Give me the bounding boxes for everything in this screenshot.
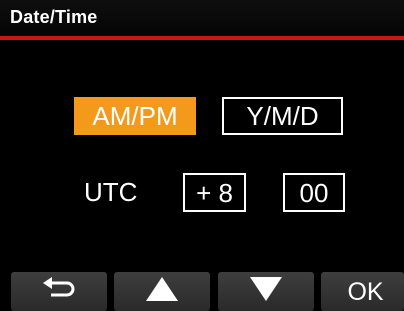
title-bar: Date/Time — [0, 0, 404, 36]
utc-minute-offset-value: 00 — [299, 177, 329, 208]
page-title: Date/Time — [10, 7, 98, 27]
triangle-up-icon — [145, 276, 179, 307]
settings-panel — [0, 40, 404, 265]
utc-hour-offset-field[interactable]: + 8 — [183, 173, 246, 212]
date-format-value: Y/M/D — [246, 101, 319, 131]
utc-minute-offset-field[interactable]: 00 — [283, 173, 345, 212]
utc-label: UTC — [84, 177, 138, 207]
ok-button[interactable]: OK — [321, 272, 404, 311]
down-button[interactable] — [218, 272, 314, 311]
triangle-down-icon — [249, 276, 283, 307]
date-format-option[interactable]: Y/M/D — [222, 97, 343, 135]
time-format-option[interactable]: AM/PM — [74, 97, 196, 135]
utc-hour-offset-value: + 8 — [196, 177, 233, 208]
time-format-value: AM/PM — [92, 101, 178, 131]
back-arrow-icon — [41, 277, 77, 306]
ok-label: OK — [347, 278, 384, 306]
up-button[interactable] — [114, 272, 210, 311]
back-button[interactable] — [11, 272, 107, 311]
